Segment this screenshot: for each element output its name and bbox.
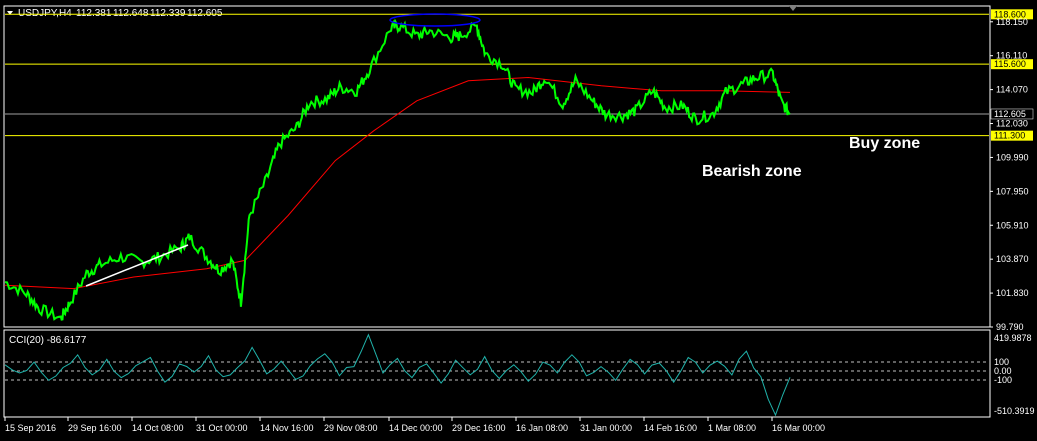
buy-zone-label: Buy zone <box>849 135 920 152</box>
cci-axis-max: 419.9878 <box>994 333 1032 343</box>
price-axis-label: 103.870 <box>996 254 1029 264</box>
time-axis-label: 15 Sep 2016 <box>5 423 56 433</box>
time-axis-label: 31 Jan 00:00 <box>580 423 632 433</box>
time-axis-label: 16 Mar 00:00 <box>772 423 825 433</box>
price-axis-label: 112.030 <box>996 119 1028 129</box>
time-axis-label: 29 Sep 16:00 <box>68 423 122 433</box>
time-axis-label: 1 Mar 08:00 <box>708 423 756 433</box>
price-axis-label: 109.990 <box>996 152 1029 162</box>
time-axis-label: 31 Oct 00:00 <box>196 423 248 433</box>
time-axis-label: 29 Dec 16:00 <box>452 423 506 433</box>
ohlc-open: 112.381 <box>76 8 112 19</box>
bearish-zone-label: Bearish zone <box>702 163 802 180</box>
time-axis-label: 14 Dec 00:00 <box>389 423 443 433</box>
price-axis-label: 118.150 <box>996 17 1028 27</box>
price-axis-label: 116.110 <box>996 51 1027 61</box>
ohlc-close: 112.605 <box>187 8 223 19</box>
cci-axis-min: -510.3919 <box>994 406 1035 416</box>
time-axis-label: 29 Nov 08:00 <box>324 423 378 433</box>
time-axis-label: 14 Oct 08:00 <box>132 423 184 433</box>
cci-axis-minus100: -100 <box>994 375 1012 385</box>
current-price-text: 112.605 <box>994 109 1026 119</box>
ohlc-low: 112.339 <box>150 8 186 19</box>
chart-window[interactable]: USDJPY,H4 112.381 112.648 112.339 112.60… <box>0 0 1037 441</box>
level-price-text: 111.300 <box>994 131 1025 141</box>
price-axis-label: 114.070 <box>996 85 1028 95</box>
price-axis-label: 107.950 <box>996 186 1029 196</box>
price-axis-label: 99.790 <box>996 322 1024 332</box>
ohlc-high: 112.648 <box>113 8 149 19</box>
cci-title: CCI(20) -86.6177 <box>9 335 87 346</box>
symbol-label: USDJPY,H4 <box>18 8 72 19</box>
time-axis-label: 16 Jan 08:00 <box>516 423 568 433</box>
chart-background <box>0 0 1037 441</box>
price-axis-label: 105.910 <box>996 220 1029 230</box>
time-axis-label: 14 Feb 16:00 <box>644 423 697 433</box>
price-axis-label: 101.830 <box>996 288 1029 298</box>
time-axis-label: 14 Nov 16:00 <box>260 423 314 433</box>
